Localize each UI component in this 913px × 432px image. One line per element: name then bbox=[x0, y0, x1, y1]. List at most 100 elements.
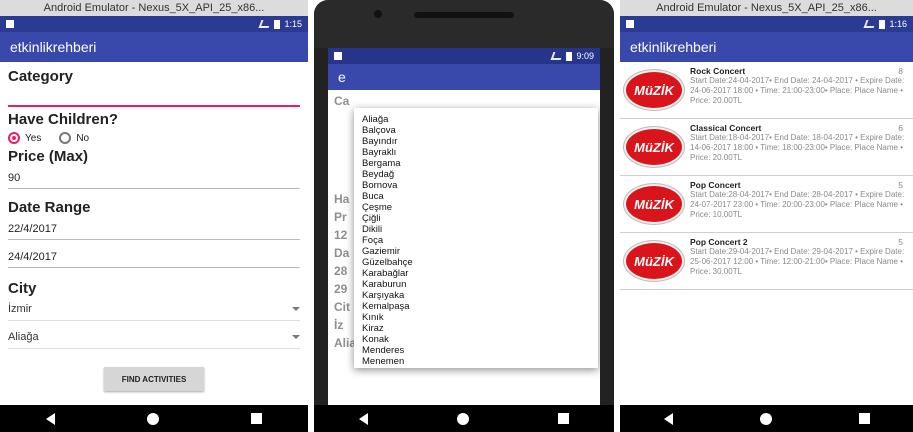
nav-bar bbox=[314, 405, 614, 432]
home-icon[interactable] bbox=[147, 412, 159, 425]
app-title: etkinlikrehberi bbox=[10, 39, 97, 55]
district-spinner[interactable]: Aliağa bbox=[8, 325, 300, 349]
app-title: etkinlikrehberi bbox=[630, 39, 717, 55]
speaker-grille bbox=[414, 12, 514, 18]
district-option[interactable]: Bornova bbox=[354, 180, 598, 191]
date-range-label: Date Range bbox=[8, 199, 91, 216]
signal-icon bbox=[551, 52, 564, 60]
event-title: Pop Concert bbox=[690, 180, 741, 190]
event-card[interactable]: MüZİK Rock Concert 8 Start Date:24-04-20… bbox=[620, 62, 913, 119]
event-title: Pop Concert 2 bbox=[690, 237, 748, 247]
children-label: Have Children? bbox=[8, 111, 119, 128]
dropdown-arrow-icon bbox=[292, 306, 300, 311]
emulator-window-title: Android Emulator - Nexus_5X_API_25_x86..… bbox=[0, 0, 308, 16]
district-option[interactable]: Güzelbahçe bbox=[354, 257, 598, 268]
district-option[interactable]: Foça bbox=[354, 235, 598, 246]
district-option[interactable]: Kiraz bbox=[354, 323, 598, 334]
signal-icon bbox=[259, 20, 272, 28]
event-count: 8 bbox=[898, 66, 903, 76]
event-description: Start Date:18-04-2017• End Date: 18-04-2… bbox=[690, 133, 905, 162]
event-description: Start Date:24-04-2017• End Date: 24-04-2… bbox=[690, 76, 905, 105]
event-list: MüZİK Rock Concert 8 Start Date:24-04-20… bbox=[620, 62, 913, 290]
radio-unchecked-icon bbox=[59, 132, 72, 144]
status-bar: 1:15 bbox=[0, 16, 308, 32]
yes-radio[interactable]: Yes bbox=[8, 132, 41, 144]
end-date-input[interactable]: 24/4/2017 bbox=[8, 246, 300, 268]
no-label: No bbox=[76, 132, 90, 144]
start-date-input[interactable]: 22/4/2017 bbox=[8, 218, 300, 240]
recents-icon[interactable] bbox=[858, 413, 870, 424]
district-option[interactable]: Menderes bbox=[354, 345, 598, 356]
district-option[interactable]: Konak bbox=[354, 334, 598, 345]
district-option[interactable]: Aliağa bbox=[354, 114, 598, 125]
district-option[interactable]: Bergama bbox=[354, 158, 598, 169]
district-option[interactable]: Beydağ bbox=[354, 169, 598, 180]
category-input[interactable] bbox=[8, 87, 300, 107]
event-title: Classical Concert bbox=[690, 123, 762, 133]
district-option[interactable]: Buca bbox=[354, 191, 598, 202]
district-dropdown-list: Aliağa Balçova Bayındır Bayraklı Bergama Beyd… bbox=[354, 108, 598, 368]
category-label: Category bbox=[8, 68, 74, 85]
status-bar: 1:16 bbox=[620, 16, 913, 32]
back-icon[interactable] bbox=[358, 412, 368, 425]
battery-icon bbox=[566, 51, 573, 61]
district-option[interactable]: Dikili bbox=[354, 224, 598, 235]
no-radio[interactable]: No bbox=[59, 132, 89, 144]
event-title: Rock Concert bbox=[690, 66, 746, 76]
right-emulator-panel: Android Emulator - Nexus_5X_API_25_x86..… bbox=[620, 0, 913, 432]
city-value: İzmir bbox=[8, 302, 32, 315]
status-time: 9:09 bbox=[576, 51, 594, 61]
district-option[interactable]: Bayraklı bbox=[354, 147, 598, 158]
emulator-window-title: Android Emulator - Nexus_5X_API_25_x86..… bbox=[620, 0, 913, 16]
event-card[interactable]: MüZİK Classical Concert 6 Start Date:18-… bbox=[620, 119, 913, 176]
app-title-partial: e bbox=[338, 69, 346, 85]
music-logo: MüZİK bbox=[624, 241, 684, 281]
event-count: 6 bbox=[898, 123, 903, 133]
signal-icon bbox=[864, 20, 877, 28]
screenshot-stage: Android Emulator - Nexus_5X_API_25_x86..… bbox=[0, 0, 913, 432]
event-description: Start Date:28-04-2017• End Date: 28-04-2… bbox=[690, 190, 905, 219]
home-icon[interactable] bbox=[456, 412, 469, 425]
app-bar: e bbox=[328, 64, 600, 90]
district-option[interactable]: Karaburun bbox=[354, 279, 598, 290]
notification-icon bbox=[626, 20, 634, 28]
radio-checked-icon bbox=[8, 132, 20, 144]
district-option[interactable]: Menemen bbox=[354, 356, 598, 367]
price-input[interactable]: 90 bbox=[8, 167, 300, 189]
dropdown-arrow-icon bbox=[292, 334, 300, 339]
find-activities-button[interactable]: FIND ACTIVITIES bbox=[104, 367, 204, 391]
district-option[interactable]: Balçova bbox=[354, 125, 598, 136]
event-count: 5 bbox=[898, 237, 903, 247]
city-spinner[interactable]: İzmir bbox=[8, 297, 300, 321]
event-card[interactable]: MüZİK Pop Concert 2 5 Start Date:29-04-2… bbox=[620, 233, 913, 290]
event-description: Start Date:29-04-2017• End Date: 29-04-2… bbox=[690, 247, 905, 276]
district-option[interactable]: Karşıyaka bbox=[354, 290, 598, 301]
district-option[interactable]: Narlıdere bbox=[354, 367, 598, 368]
recents-icon[interactable] bbox=[558, 413, 570, 424]
recents-icon[interactable] bbox=[251, 413, 262, 424]
back-icon[interactable] bbox=[663, 412, 673, 425]
status-time: 1:15 bbox=[284, 19, 302, 29]
music-logo: MüZİK bbox=[624, 184, 684, 224]
district-option[interactable]: Çeşme bbox=[354, 202, 598, 213]
status-time: 1:16 bbox=[889, 19, 907, 29]
music-logo: MüZİK bbox=[624, 127, 684, 167]
district-option[interactable]: Kınık bbox=[354, 312, 598, 323]
nav-bar bbox=[0, 405, 308, 432]
home-icon[interactable] bbox=[759, 412, 772, 425]
children-radio-group: Yes No bbox=[8, 132, 300, 144]
back-icon[interactable] bbox=[46, 412, 55, 425]
district-option[interactable]: Gaziemir bbox=[354, 246, 598, 257]
device-screen: 9:09 e Ca Ha Pr 12 Da 28 29 Cit İz Aliağ… bbox=[328, 48, 600, 405]
district-option[interactable]: Karabağlar bbox=[354, 268, 598, 279]
district-option[interactable]: Bayındır bbox=[354, 136, 598, 147]
district-option[interactable]: Çiğli bbox=[354, 213, 598, 224]
status-bar: 9:09 bbox=[328, 48, 600, 64]
district-option[interactable]: Kemalpaşa bbox=[354, 301, 598, 312]
device-bezel bbox=[314, 0, 614, 48]
event-card[interactable]: MüZİK Pop Concert 5 Start Date:28-04-201… bbox=[620, 176, 913, 233]
notification-icon bbox=[6, 20, 14, 28]
app-bar: etkinlikrehberi bbox=[620, 32, 913, 62]
event-count: 5 bbox=[898, 180, 903, 190]
app-bar: etkinlikrehberi bbox=[0, 32, 308, 62]
